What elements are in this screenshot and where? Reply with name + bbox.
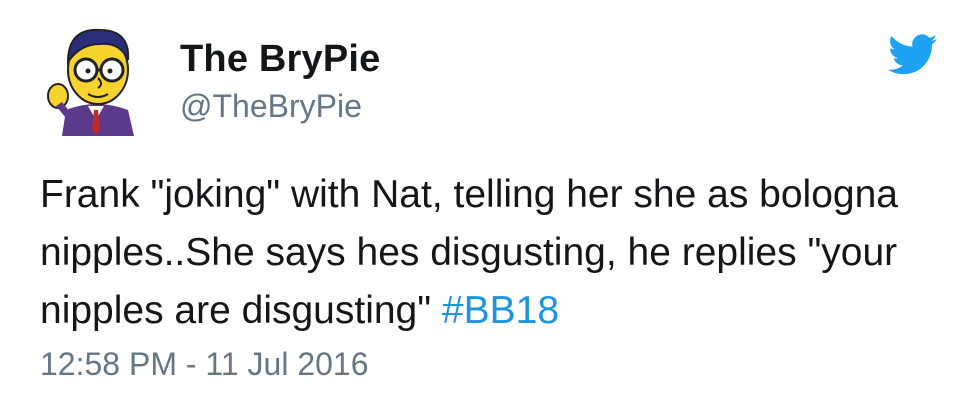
author-handle[interactable]: @TheBryPie bbox=[180, 90, 362, 122]
tweet-timestamp[interactable]: 12:58 PM - 11 Jul 2016 bbox=[40, 348, 369, 380]
twitter-bird-icon[interactable] bbox=[888, 34, 938, 76]
tweet-card: The BryPie @TheBryPie Frank "joking" wit… bbox=[0, 0, 980, 403]
author-display-name[interactable]: The BryPie bbox=[180, 40, 381, 78]
tweet-text: Frank "joking" with Nat, telling her she… bbox=[40, 166, 960, 340]
hashtag-link[interactable]: #BB18 bbox=[442, 289, 559, 332]
avatar[interactable] bbox=[44, 18, 148, 136]
